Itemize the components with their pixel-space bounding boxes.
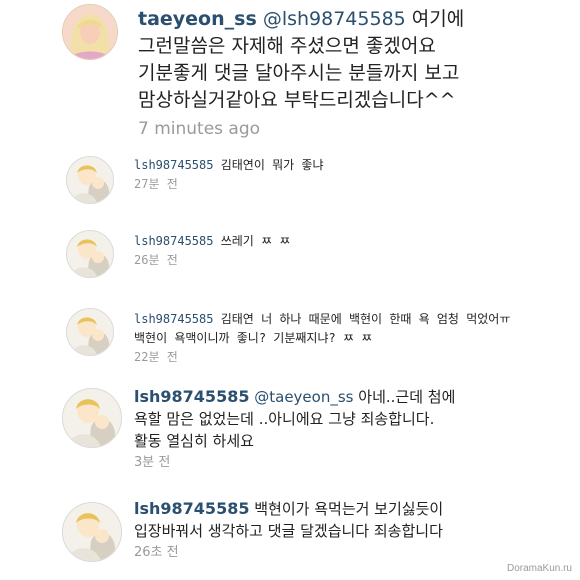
comment-username[interactable]: taeyeon_ss <box>138 8 257 30</box>
comment-text: 김태연이 뭐가 좋냐 <box>220 158 324 172</box>
comment-timestamp: 27분 전 <box>134 177 178 191</box>
comment-body: lsh98745585 @taeyeon_ss 아네..근데 첨에 욕할 맘은 … <box>134 386 564 474</box>
comment-mention[interactable]: @taeyeon_ss <box>254 388 353 406</box>
comment-item: lsh98745585 @taeyeon_ss 아네..근데 첨에 욕할 맘은 … <box>0 380 580 490</box>
comment-text-line: 백현이가 욕먹는거 보기싫듯이 <box>254 500 444 518</box>
comment-item: lsh98745585 쓰레기 ㅉ ㅉ 26분 전 <box>0 222 580 282</box>
comment-text-line: 아네..근데 첨에 <box>358 388 456 406</box>
cartoon-avatar-icon[interactable] <box>66 230 114 278</box>
comment-text: taeyeon_ss @lsh98745585 여기에 <box>138 6 568 33</box>
comment-text-line: 기분좋게 댓글 달아주시는 분들까지 보고 <box>138 62 460 84</box>
comment-timestamp: 26초 전 <box>134 545 179 560</box>
comment-body: lsh98745585 김태연 너 하나 때문에 백현이 한때 욕 엄청 먹었어… <box>134 310 554 367</box>
comment-item: lsh98745585 김태연이 뭐가 좋냐 27분 전 <box>0 150 580 210</box>
cartoon-avatar-icon[interactable] <box>62 502 122 562</box>
comment-text-line: 욕할 맘은 없었는데 ..아니에요 그냥 죄송합니다. <box>134 410 435 428</box>
comment-item: taeyeon_ss @lsh98745585 여기에 그런말씀은 자제해 주셨… <box>0 0 580 150</box>
comment-timestamp: 22분 전 <box>134 350 178 364</box>
comment-text-line: 맘상하실거같아요 부탁드리겠습니다^^ <box>138 89 456 111</box>
comment-username[interactable]: lsh98745585 <box>134 234 213 248</box>
comment-timestamp: 26분 전 <box>134 253 178 267</box>
comment-body: lsh98745585 쓰레기 ㅉ ㅉ 26분 전 <box>134 232 290 270</box>
comment-text-line: 입장바꿔서 생각하고 댓글 달겠습니다 죄송합니다 <box>134 522 443 540</box>
comment-timestamp: 7 minutes ago <box>138 119 261 139</box>
comment-text: 쓰레기 ㅉ ㅉ <box>220 234 291 248</box>
cartoon-avatar-icon[interactable] <box>66 308 114 356</box>
watermark: DoramaKun.ru <box>506 563 572 574</box>
comment-username[interactable]: lsh98745585 <box>134 499 249 518</box>
comment-thread: taeyeon_ss @lsh98745585 여기에 그런말씀은 자제해 주셨… <box>0 0 580 580</box>
comment-mention[interactable]: @lsh98745585 <box>263 8 406 30</box>
comment-text-line: 김태연 너 하나 때문에 백현이 한때 욕 엄청 먹었어ㅠ <box>220 312 511 326</box>
comment-timestamp: 3분 전 <box>134 455 171 470</box>
comment-text-line: 백현이 욕맥이니까 좋니? 기분째지냐? ㅉ ㅉ <box>134 331 373 345</box>
comment-text-line: 여기에 <box>411 8 465 30</box>
comment-body: taeyeon_ss @lsh98745585 여기에 그런말씀은 자제해 주셨… <box>138 6 568 143</box>
comment-text-line: 활동 열심히 하세요 <box>134 432 254 450</box>
comment-username[interactable]: lsh98745585 <box>134 158 213 172</box>
comment-item: lsh98745585 김태연 너 하나 때문에 백현이 한때 욕 엄청 먹었어… <box>0 300 580 370</box>
comment-body: lsh98745585 백현이가 욕먹는거 보기싫듯이 입장바꿔서 생각하고 댓… <box>134 498 564 564</box>
cartoon-avatar-icon[interactable] <box>62 388 122 448</box>
cartoon-avatar-icon[interactable] <box>66 156 114 204</box>
comment-body: lsh98745585 김태연이 뭐가 좋냐 27분 전 <box>134 156 324 194</box>
comment-text-line: 그런말씀은 자제해 주셨으면 좋겠어요 <box>138 35 436 57</box>
comment-item: lsh98745585 백현이가 욕먹는거 보기싫듯이 입장바꿔서 생각하고 댓… <box>0 494 580 580</box>
blonde-avatar-icon[interactable] <box>62 4 118 60</box>
comment-username[interactable]: lsh98745585 <box>134 312 213 326</box>
comment-username[interactable]: lsh98745585 <box>134 387 249 406</box>
